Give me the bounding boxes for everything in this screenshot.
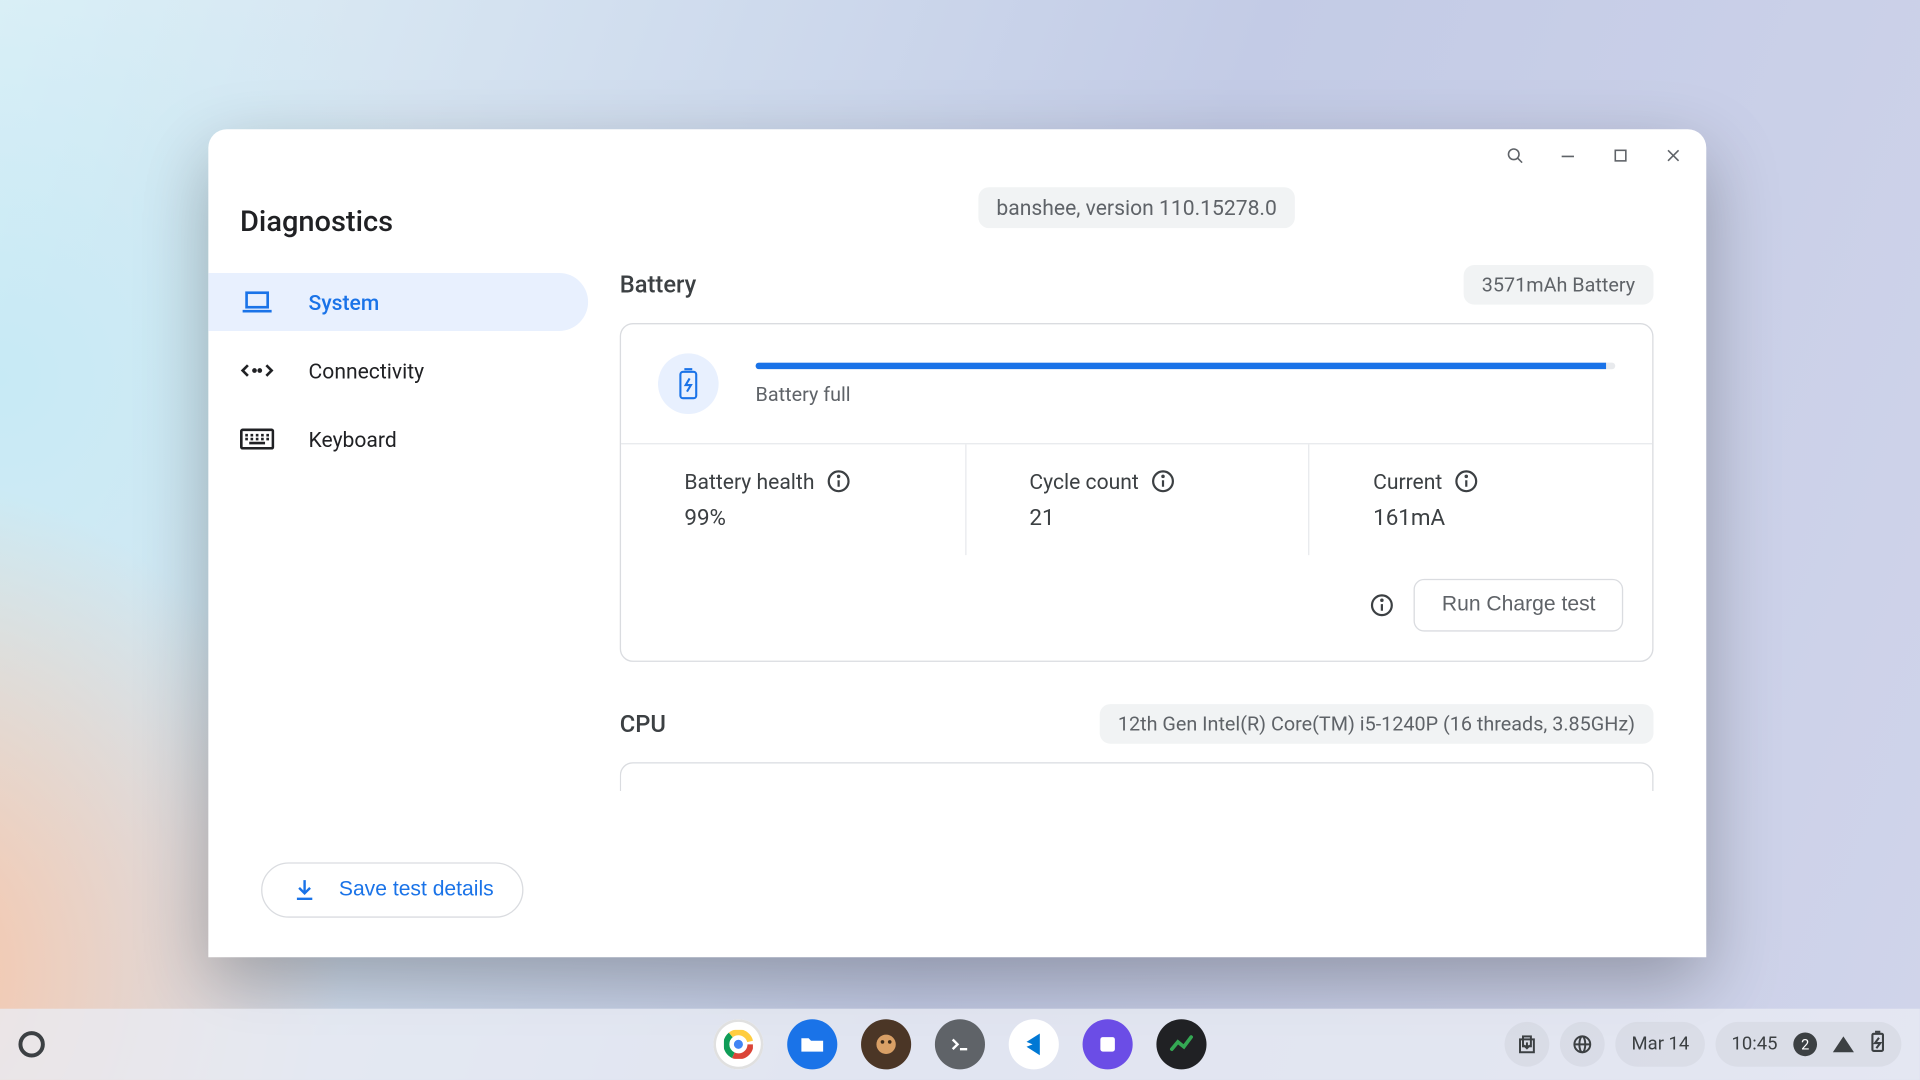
stat-label: Battery health xyxy=(684,469,814,494)
battery-card: Battery full Battery health 99% xyxy=(620,323,1654,662)
stat-value: 21 xyxy=(1029,505,1308,531)
stat-value: 161mA xyxy=(1373,505,1652,531)
keyboard-icon xyxy=(240,426,274,452)
sidebar-item-system[interactable]: System xyxy=(208,273,588,331)
sidebar-item-connectivity[interactable]: Connectivity xyxy=(208,342,588,400)
sidebar-nav: System Connectivity Keyboard xyxy=(240,273,588,468)
cpu-title: CPU xyxy=(620,710,666,738)
diagnostics-window: Diagnostics System Connectivity xyxy=(208,129,1706,957)
shelf-time: 10:45 xyxy=(1731,1034,1777,1055)
app-vscode-icon[interactable] xyxy=(1009,1019,1059,1069)
main-panel: banshee, version 110.15278.0 Battery 357… xyxy=(604,182,1706,957)
app-files-icon[interactable] xyxy=(787,1019,837,1069)
sidebar-item-label: Keyboard xyxy=(309,427,397,452)
maximize-icon[interactable] xyxy=(1609,144,1633,168)
download-icon xyxy=(291,877,317,903)
cpu-section-header: CPU 12th Gen Intel(R) Core(TM) i5-1240P … xyxy=(620,704,1654,744)
battery-progress xyxy=(756,362,1616,369)
app-terminal-icon[interactable] xyxy=(935,1019,985,1069)
app-chrome-icon[interactable] xyxy=(713,1019,763,1069)
minimize-icon[interactable] xyxy=(1556,144,1580,168)
info-icon[interactable] xyxy=(1149,468,1175,494)
shelf-apps xyxy=(713,1019,1206,1069)
info-icon[interactable] xyxy=(1453,468,1479,494)
version-chip: banshee, version 110.15278.0 xyxy=(978,187,1295,228)
launcher-icon[interactable] xyxy=(18,1031,44,1057)
shelf-status-tray[interactable]: 10:45 2 xyxy=(1716,1022,1902,1067)
shelf-date[interactable]: Mar 14 xyxy=(1616,1022,1705,1067)
save-button-label: Save test details xyxy=(339,878,494,902)
wifi-icon xyxy=(1833,1036,1854,1052)
stat-cycle-count: Cycle count 21 xyxy=(965,444,1309,555)
cpu-card xyxy=(620,762,1654,791)
close-icon[interactable] xyxy=(1661,144,1685,168)
stat-value: 99% xyxy=(684,505,964,531)
battery-capacity-chip: 3571mAh Battery xyxy=(1463,265,1653,305)
sidebar-item-label: Connectivity xyxy=(309,358,425,383)
battery-title: Battery xyxy=(620,271,697,299)
battery-icon xyxy=(1870,1030,1886,1059)
shelf: Mar 14 10:45 2 xyxy=(0,1009,1920,1080)
shelf-globe-icon[interactable] xyxy=(1560,1022,1605,1067)
shelf-status-area: Mar 14 10:45 2 xyxy=(1505,1022,1920,1067)
page-title: Diagnostics xyxy=(240,206,588,239)
shelf-tote-icon[interactable] xyxy=(1505,1022,1550,1067)
stat-battery-health: Battery health 99% xyxy=(621,444,965,555)
app-brown-icon[interactable] xyxy=(861,1019,911,1069)
sidebar: Diagnostics System Connectivity xyxy=(208,182,604,957)
battery-charging-icon xyxy=(658,353,719,414)
search-icon[interactable] xyxy=(1503,144,1527,168)
app-purple-icon[interactable] xyxy=(1083,1019,1133,1069)
connectivity-icon xyxy=(240,357,274,383)
battery-section-header: Battery 3571mAh Battery xyxy=(620,265,1654,305)
stat-label: Cycle count xyxy=(1029,469,1138,494)
stat-label: Current xyxy=(1373,469,1442,494)
sidebar-item-keyboard[interactable]: Keyboard xyxy=(208,410,588,468)
stat-current: Current 161mA xyxy=(1308,444,1652,555)
run-charge-test-button[interactable]: Run Charge test xyxy=(1414,579,1623,632)
laptop-icon xyxy=(240,289,274,315)
app-chart-icon[interactable] xyxy=(1156,1019,1206,1069)
info-icon[interactable] xyxy=(825,468,851,494)
notification-badge: 2 xyxy=(1793,1032,1817,1056)
window-titlebar xyxy=(208,129,1706,182)
save-test-details-button[interactable]: Save test details xyxy=(261,862,524,917)
info-icon[interactable] xyxy=(1369,592,1395,618)
cpu-chip: 12th Gen Intel(R) Core(TM) i5-1240P (16 … xyxy=(1099,704,1653,744)
battery-status-label: Battery full xyxy=(756,382,1616,406)
sidebar-item-label: System xyxy=(309,289,380,314)
